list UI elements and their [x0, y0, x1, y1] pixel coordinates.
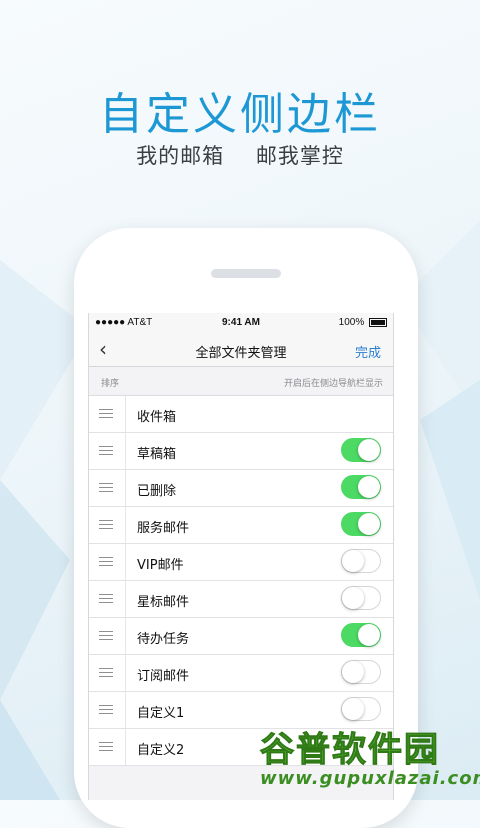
- promo-subtitle: 我的邮箱 邮我掌控: [0, 140, 480, 170]
- done-button[interactable]: 完成: [355, 342, 381, 361]
- folder-row[interactable]: 收件箱: [89, 396, 393, 433]
- folder-label: 已删除: [137, 484, 177, 499]
- toggle-knob: [358, 624, 380, 646]
- folder-row[interactable]: 服务邮件: [89, 507, 393, 544]
- toggle-knob: [342, 698, 364, 720]
- row-divider: [125, 396, 126, 432]
- battery-percent: 100%: [338, 317, 365, 328]
- promo-subtitle-left: 我的邮箱: [136, 144, 225, 168]
- drag-handle-icon[interactable]: [99, 446, 113, 458]
- drag-handle-icon[interactable]: [99, 594, 113, 606]
- sort-label: 排序: [101, 379, 120, 389]
- folder-label: 服务邮件: [137, 521, 190, 536]
- folder-label: VIP邮件: [137, 558, 184, 573]
- section-header: 排序 开启后在侧边导航栏显示: [89, 367, 393, 395]
- folder-row[interactable]: 星标邮件: [89, 581, 393, 618]
- row-divider: [125, 470, 126, 506]
- drag-handle-icon[interactable]: [99, 520, 113, 532]
- promo-title: 自定义侧边栏: [99, 89, 381, 140]
- drag-handle-icon[interactable]: [99, 409, 113, 421]
- battery-indicator: 100%: [339, 317, 387, 328]
- phone-speaker: [211, 269, 281, 278]
- folder-row[interactable]: 草稿箱: [89, 433, 393, 470]
- drag-handle-icon[interactable]: [99, 668, 113, 680]
- sidebar-visibility-toggle[interactable]: [341, 697, 381, 721]
- row-divider: [125, 507, 126, 543]
- status-bar: ●●●●● AT&T 9:41 AM 100%: [89, 313, 393, 333]
- row-divider: [125, 692, 126, 728]
- sidebar-visibility-toggle[interactable]: [341, 475, 381, 499]
- sidebar-visibility-toggle[interactable]: [341, 512, 381, 536]
- folder-label: 待办任务: [137, 632, 190, 647]
- watermark-url: www.gupuxlazai.com: [260, 768, 480, 789]
- promo-subtitle-right: 邮我掌控: [255, 144, 344, 168]
- sidebar-visibility-toggle[interactable]: [341, 623, 381, 647]
- folder-list: 收件箱草稿箱已删除服务邮件 VIP邮件星标邮件待办任务订阅邮件自定义1 自定义2: [89, 395, 393, 766]
- toggle-knob: [342, 661, 364, 683]
- row-divider: [125, 655, 126, 691]
- row-divider: [125, 581, 126, 617]
- folder-row[interactable]: VIP邮件: [89, 544, 393, 581]
- sidebar-visibility-toggle[interactable]: [341, 438, 381, 462]
- folder-row[interactable]: 已删除: [89, 470, 393, 507]
- drag-handle-icon[interactable]: [99, 742, 113, 754]
- folder-label: 星标邮件: [137, 595, 190, 610]
- folder-row[interactable]: 订阅邮件: [89, 655, 393, 692]
- sidebar-visibility-toggle[interactable]: [341, 549, 381, 573]
- toggle-knob: [342, 550, 364, 572]
- sidebar-visibility-toggle[interactable]: [341, 660, 381, 684]
- nav-bar: ‹ 全部文件夹管理 完成: [89, 333, 393, 367]
- row-divider: [125, 618, 126, 654]
- page-title: 全部文件夹管理: [195, 346, 287, 361]
- toggle-knob: [358, 513, 380, 535]
- folder-label: 草稿箱: [137, 447, 177, 462]
- folder-label: 自定义1: [137, 706, 185, 721]
- drag-handle-icon[interactable]: [99, 483, 113, 495]
- row-divider: [125, 544, 126, 580]
- watermark-name: 谷普软件园: [260, 730, 440, 771]
- watermark: 谷普软件园 www.gupuxlazai.com: [260, 722, 480, 792]
- battery-icon: [369, 317, 387, 327]
- drag-handle-icon[interactable]: [99, 557, 113, 569]
- folder-label: 订阅邮件: [137, 669, 190, 684]
- sidebar-visibility-toggle[interactable]: [341, 586, 381, 610]
- toggle-knob: [358, 476, 380, 498]
- folder-row[interactable]: 待办任务: [89, 618, 393, 655]
- folder-label: 自定义2: [137, 743, 185, 758]
- row-divider: [125, 729, 126, 765]
- folder-label: 收件箱: [137, 410, 177, 425]
- drag-handle-icon[interactable]: [99, 631, 113, 643]
- drag-handle-icon[interactable]: [99, 705, 113, 717]
- toggle-knob: [342, 587, 364, 609]
- row-divider: [125, 433, 126, 469]
- toggle-knob: [358, 439, 380, 461]
- toggle-hint: 开启后在侧边导航栏显示: [283, 379, 383, 389]
